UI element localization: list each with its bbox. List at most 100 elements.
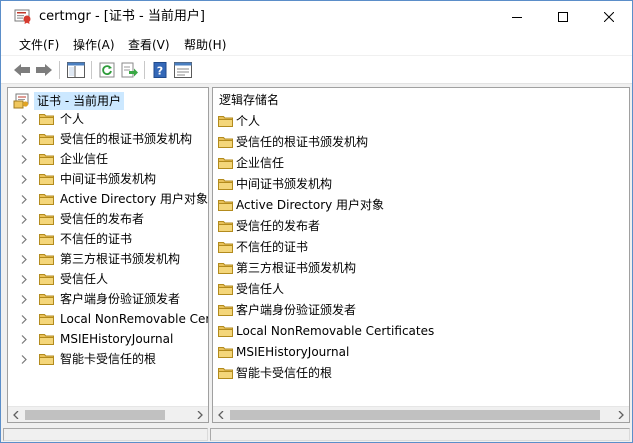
list-item-label: 受信任的根证书颁发机构 bbox=[236, 135, 369, 149]
list-item[interactable]: 受信任的根证书颁发机构 bbox=[218, 133, 368, 151]
list-column-header[interactable]: 逻辑存储名 bbox=[219, 92, 279, 108]
tree-item-label: Active Directory 用户对象 bbox=[60, 192, 209, 206]
tree-item-label: Local NonRemovable Cert bbox=[60, 312, 209, 326]
scroll-thumb[interactable] bbox=[230, 410, 600, 420]
tree-item[interactable]: 智能卡受信任的根 bbox=[18, 350, 156, 368]
list-item[interactable]: 企业信任 bbox=[218, 154, 284, 172]
folder-icon bbox=[218, 242, 233, 253]
tree-item[interactable]: 中间证书颁发机构 bbox=[18, 170, 156, 188]
list-pane[interactable]: 逻辑存储名 个人受信任的根证书颁发机构 企业信任中间证书颁发机构 Active Di… bbox=[212, 87, 630, 423]
tree-item[interactable]: 第三方根证书颁发机构 bbox=[18, 250, 180, 268]
svg-text:?: ? bbox=[157, 65, 163, 78]
tree-item[interactable]: MSIEHistoryJournal bbox=[18, 330, 173, 348]
list-item[interactable]: MSIEHistoryJournal bbox=[218, 343, 349, 361]
toolbar-separator bbox=[59, 61, 60, 79]
forward-arrow-icon bbox=[36, 64, 52, 76]
help-button[interactable]: ? bbox=[150, 60, 170, 80]
title-bar[interactable]: certmgr - [证书 - 当前用户] bbox=[1, 1, 632, 33]
back-button[interactable] bbox=[12, 60, 32, 80]
expand-chevron-icon[interactable] bbox=[18, 270, 30, 288]
back-arrow-icon bbox=[14, 64, 30, 76]
tree-item[interactable]: 受信任的根证书颁发机构 bbox=[18, 130, 192, 148]
status-bar bbox=[1, 426, 632, 442]
expand-chevron-icon[interactable] bbox=[18, 250, 30, 268]
folder-icon bbox=[39, 214, 54, 225]
expand-chevron-icon[interactable] bbox=[18, 230, 30, 248]
list-item[interactable]: Active Directory 用户对象 bbox=[218, 196, 384, 214]
scroll-right-arrow-icon[interactable] bbox=[192, 407, 208, 422]
close-button[interactable] bbox=[586, 1, 632, 32]
expand-chevron-icon[interactable] bbox=[18, 170, 30, 188]
expand-chevron-icon[interactable] bbox=[18, 350, 30, 368]
list-item[interactable]: 个人 bbox=[218, 112, 260, 130]
list-item[interactable]: Local NonRemovable Certificates bbox=[218, 322, 434, 340]
status-cell bbox=[3, 428, 208, 441]
tree-item[interactable]: 受信任人 bbox=[18, 270, 108, 288]
tree-item-label: 客户端身份验证颁发者 bbox=[60, 292, 181, 306]
scroll-left-arrow-icon[interactable] bbox=[8, 407, 24, 422]
menu-action[interactable]: 操作(A) bbox=[73, 36, 115, 54]
folder-icon bbox=[218, 326, 233, 337]
folder-icon bbox=[39, 274, 54, 285]
tree-item-label: 中间证书颁发机构 bbox=[60, 172, 157, 186]
expand-chevron-icon[interactable] bbox=[18, 330, 30, 348]
list-item[interactable]: 不信任的证书 bbox=[218, 238, 308, 256]
forward-button[interactable] bbox=[34, 60, 54, 80]
show-hide-tree-button[interactable] bbox=[66, 60, 86, 80]
refresh-icon bbox=[99, 62, 115, 78]
maximize-button[interactable] bbox=[540, 1, 586, 32]
toolbar: ? bbox=[1, 56, 632, 84]
expand-chevron-icon[interactable] bbox=[18, 310, 30, 328]
list-item-label: 不信任的证书 bbox=[236, 240, 309, 254]
tree-item[interactable]: 受信任的发布者 bbox=[18, 210, 144, 228]
properties-icon bbox=[174, 62, 192, 78]
menu-help[interactable]: 帮助(H) bbox=[184, 36, 226, 54]
tree-item-label: 企业信任 bbox=[60, 152, 109, 166]
list-item[interactable]: 客户端身份验证颁发者 bbox=[218, 301, 356, 319]
list-item[interactable]: 受信任的发布者 bbox=[218, 217, 320, 235]
list-item[interactable]: 中间证书颁发机构 bbox=[218, 175, 332, 193]
list-horizontal-scrollbar[interactable] bbox=[213, 406, 629, 422]
tree-item[interactable]: 客户端身份验证颁发者 bbox=[18, 290, 180, 308]
folder-icon bbox=[39, 334, 54, 345]
properties-button[interactable] bbox=[173, 60, 193, 80]
menu-file[interactable]: 文件(F) bbox=[19, 36, 59, 54]
tree-item-label: 不信任的证书 bbox=[60, 232, 133, 246]
expand-chevron-icon[interactable] bbox=[18, 210, 30, 228]
scroll-right-arrow-icon[interactable] bbox=[613, 407, 629, 422]
tree-item[interactable]: 不信任的证书 bbox=[18, 230, 132, 248]
list-item-label: 企业信任 bbox=[236, 156, 285, 170]
tree-item-label: 受信任的根证书颁发机构 bbox=[60, 132, 193, 146]
status-cell bbox=[210, 428, 630, 441]
expand-chevron-icon[interactable] bbox=[18, 190, 30, 208]
minimize-button[interactable] bbox=[494, 1, 540, 32]
tree-item[interactable]: 企业信任 bbox=[18, 150, 108, 168]
folder-icon bbox=[39, 194, 54, 205]
list-item-label: 受信任人 bbox=[236, 282, 285, 296]
expand-chevron-icon[interactable] bbox=[18, 150, 30, 168]
folder-icon bbox=[39, 114, 54, 125]
tree-item[interactable]: Local NonRemovable Cert bbox=[18, 310, 209, 328]
tree-pane[interactable]: 证书 - 当前用户 个人受信任的根证书颁发机构 企业信任中间证书颁发机构 Activ… bbox=[7, 87, 209, 423]
list-item-label: 个人 bbox=[236, 114, 261, 128]
list-item-label: 客户端身份验证颁发者 bbox=[236, 303, 357, 317]
export-list-button[interactable] bbox=[120, 60, 140, 80]
refresh-button[interactable] bbox=[97, 60, 117, 80]
expand-chevron-icon[interactable] bbox=[18, 130, 30, 148]
list-item-label: 智能卡受信任的根 bbox=[236, 366, 333, 380]
expand-chevron-icon[interactable] bbox=[18, 110, 30, 128]
scroll-left-arrow-icon[interactable] bbox=[213, 407, 229, 422]
list-item[interactable]: 第三方根证书颁发机构 bbox=[218, 259, 356, 277]
tree-item[interactable]: Active Directory 用户对象 bbox=[18, 190, 208, 208]
tree-item[interactable]: 个人 bbox=[18, 110, 84, 128]
tree-horizontal-scrollbar[interactable] bbox=[8, 406, 208, 422]
tree-root[interactable]: 证书 - 当前用户 bbox=[13, 92, 124, 110]
folder-icon bbox=[39, 234, 54, 245]
expand-chevron-icon[interactable] bbox=[18, 290, 30, 308]
menu-view[interactable]: 查看(V) bbox=[128, 36, 170, 54]
scroll-thumb[interactable] bbox=[25, 410, 165, 420]
tree-item-label: MSIEHistoryJournal bbox=[60, 332, 174, 346]
tree-item-label: 第三方根证书颁发机构 bbox=[60, 252, 181, 266]
list-item[interactable]: 智能卡受信任的根 bbox=[218, 364, 332, 382]
list-item[interactable]: 受信任人 bbox=[218, 280, 284, 298]
